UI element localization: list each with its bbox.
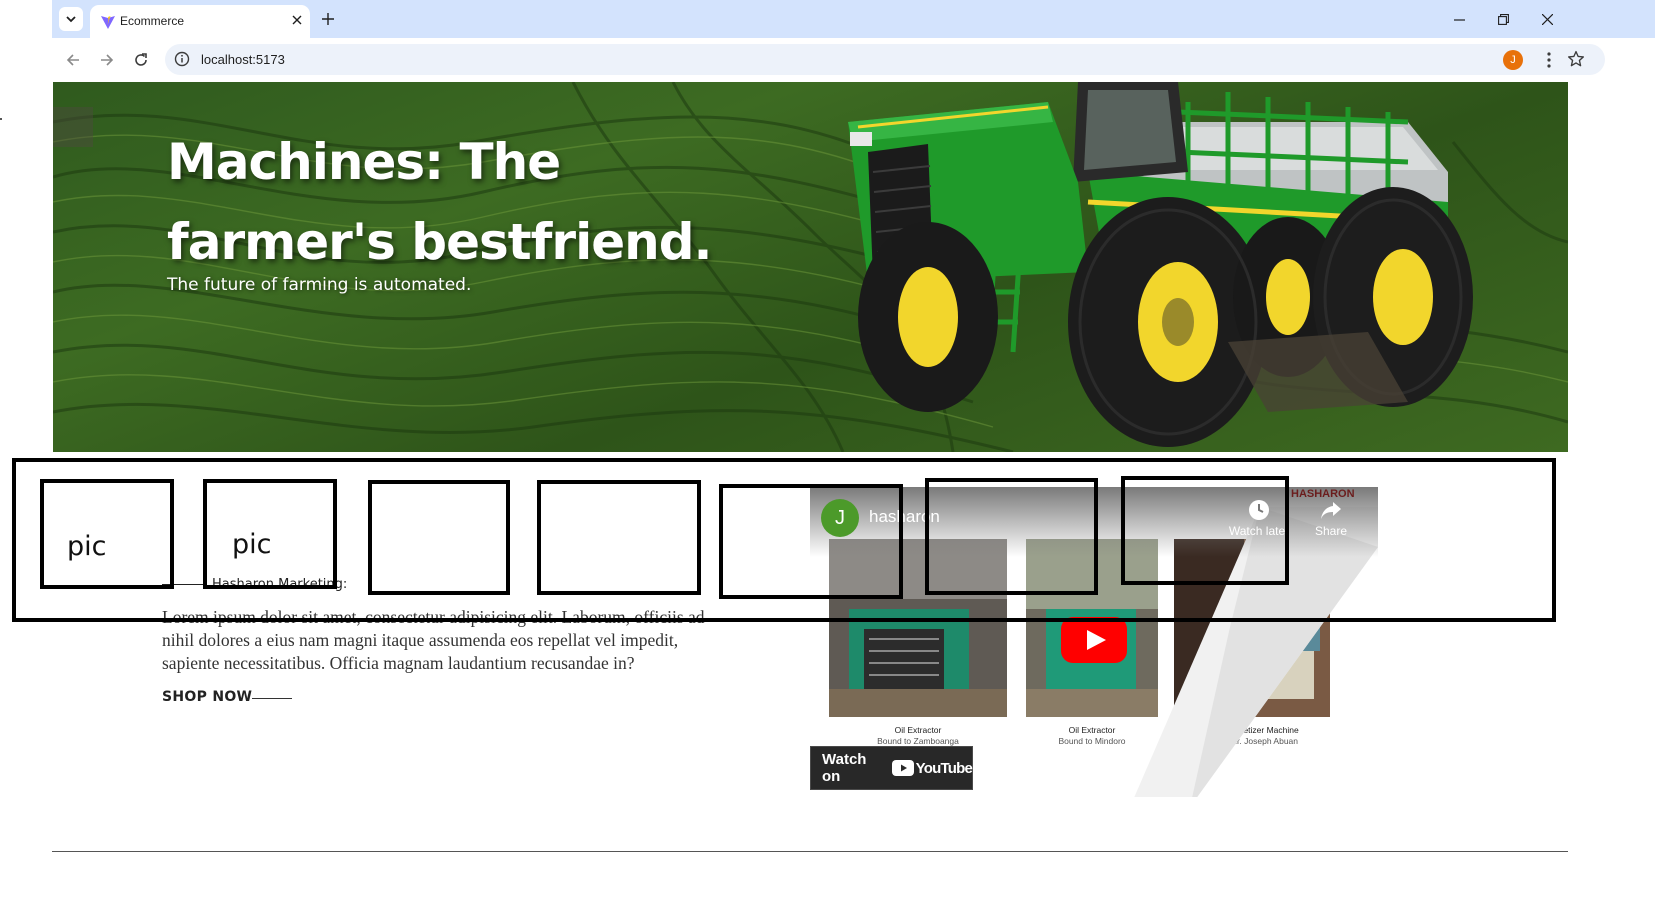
hero-title: Machines: The farmer's bestfriend.: [167, 122, 787, 282]
wireframe-box-4: [537, 480, 701, 595]
vite-favicon-icon: [101, 16, 115, 29]
wireframe-box-6: [925, 478, 1098, 595]
wireframe-box-7: [1121, 476, 1289, 585]
tab-title: Ecommerce: [120, 14, 185, 28]
star-icon[interactable]: [1567, 50, 1585, 68]
watch-on-youtube-button[interactable]: Watch on YouTube: [810, 746, 973, 790]
restore-button[interactable]: [1492, 8, 1514, 30]
back-button[interactable]: [62, 49, 84, 71]
browser-tab[interactable]: Ecommerce: [90, 5, 310, 38]
thumbnail-title: Oil Extractor: [894, 725, 942, 735]
pic-placeholder-label-1: pic: [67, 531, 107, 562]
hero-title-line-2: farmer's bestfriend.: [167, 213, 713, 271]
youtube-logo: YouTube: [891, 759, 973, 777]
new-tab-button[interactable]: [318, 9, 338, 29]
plus-icon: [322, 13, 334, 25]
youtube-logo-icon: [891, 760, 914, 776]
hero-subtitle: The future of farming is automated.: [167, 275, 472, 295]
restore-icon: [1497, 13, 1509, 25]
hero-banner: Machines: The farmer's bestfriend. The f…: [53, 82, 1568, 452]
address-bar[interactable]: localhost:5173: [165, 44, 1605, 75]
watch-on-label: Watch on: [822, 751, 867, 785]
window-close-icon: [1541, 13, 1553, 25]
shop-now-link[interactable]: SHOP NOW: [162, 689, 252, 705]
tab-search-button[interactable]: [59, 7, 83, 31]
stray-dot: [0, 118, 2, 120]
thumbnail-caption-1: Oil Extractor Bound to Zamboanga: [829, 725, 1007, 747]
forward-button[interactable]: [96, 49, 118, 71]
youtube-play-icon[interactable]: [1061, 617, 1127, 663]
tab-list-icon: [66, 16, 76, 23]
hero-title-line-1: Machines: The: [167, 133, 561, 191]
wireframe-box-3: [368, 480, 510, 595]
window-close-button[interactable]: [1536, 8, 1558, 30]
shop-now-underline: [252, 698, 292, 699]
reload-button[interactable]: [130, 49, 152, 71]
sprayer-tractor-image: [848, 82, 1473, 447]
site-info-icon[interactable]: [174, 51, 190, 67]
browser-chrome: Ecommerce localhost:5173 J: [52, 0, 1655, 82]
back-icon: [66, 54, 79, 66]
forward-icon: [101, 54, 114, 66]
browser-toolbar: localhost:5173 J: [52, 38, 1655, 82]
reload-icon: [135, 53, 147, 66]
tab-strip: Ecommerce: [52, 0, 1655, 38]
profile-avatar[interactable]: J: [1503, 50, 1523, 70]
close-icon: [292, 15, 302, 25]
youtube-wordmark: YouTube: [915, 759, 973, 777]
tab-close-button[interactable]: [289, 12, 305, 28]
pic-placeholder-label-2: pic: [232, 529, 272, 560]
browser-menu-button[interactable]: [1538, 49, 1560, 71]
footer-divider: [52, 851, 1568, 852]
minimize-button[interactable]: [1448, 8, 1470, 30]
minimize-icon: [1453, 18, 1465, 21]
url-text[interactable]: localhost:5173: [201, 52, 285, 67]
wireframe-box-1: [40, 479, 174, 589]
kebab-menu-icon: [1547, 52, 1551, 68]
wireframe-box-5: [719, 484, 903, 599]
